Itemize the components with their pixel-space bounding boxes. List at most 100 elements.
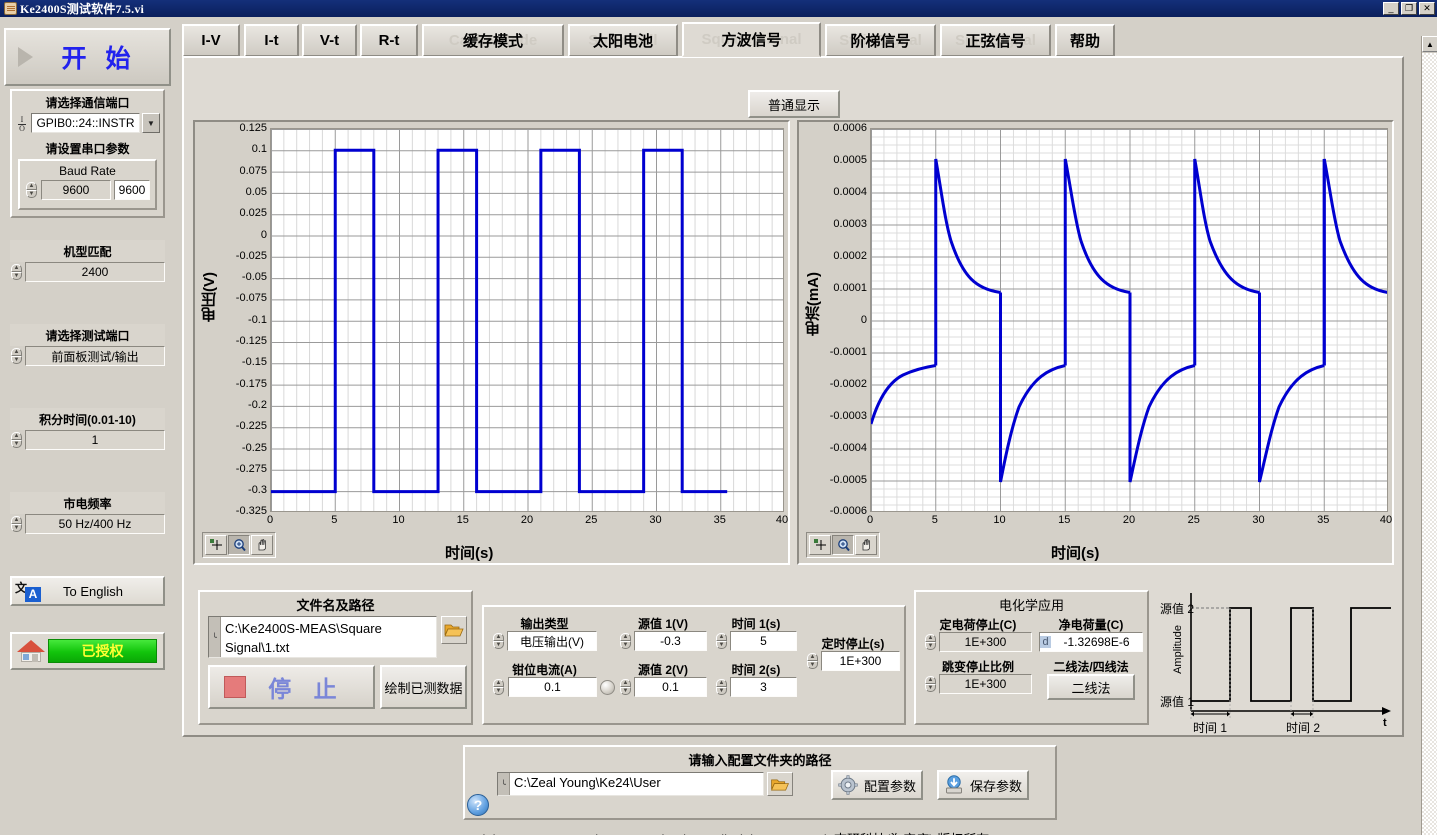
time-2-value[interactable]: 3 bbox=[730, 677, 797, 697]
wire-mode-button[interactable]: 二线法 bbox=[1047, 674, 1135, 700]
jump-stop-ratio-value[interactable]: 1E+300 bbox=[939, 674, 1032, 694]
tab-cache-mode[interactable]: Cache Mode 缓存模式 bbox=[422, 24, 564, 57]
timed-stop-value[interactable]: 1E+300 bbox=[821, 651, 900, 671]
test-port-stepper[interactable]: ▲ ▼ bbox=[10, 346, 23, 366]
chevron-down-icon[interactable]: ▼ bbox=[142, 113, 160, 133]
line-frequency-value[interactable]: 50 Hz/400 Hz bbox=[25, 514, 165, 534]
clamp-current-row[interactable]: ▲ ▼ 0.1 bbox=[492, 677, 617, 697]
stepper-up-icon[interactable]: ▲ bbox=[925, 634, 936, 642]
stepper-down-icon[interactable]: ▼ bbox=[11, 440, 22, 448]
source-value-1-value[interactable]: -0.3 bbox=[634, 631, 707, 651]
voltage-graph-toolbar[interactable] bbox=[202, 532, 276, 558]
tab-sine-signal[interactable]: Sine Signal 正弦信号 bbox=[940, 24, 1051, 57]
stepper-up-icon[interactable]: ▲ bbox=[11, 348, 22, 356]
stepper-up-icon[interactable]: ▲ bbox=[620, 679, 631, 687]
tab-rt[interactable]: R-t bbox=[360, 24, 418, 57]
stepper-up-icon[interactable]: ▲ bbox=[925, 676, 936, 684]
scroll-up-icon[interactable]: ▲ bbox=[1422, 36, 1437, 52]
baud-rate-value[interactable]: 9600 bbox=[41, 180, 111, 200]
stepper-up-icon[interactable]: ▲ bbox=[11, 264, 22, 272]
stepper-down-icon[interactable]: ▼ bbox=[925, 684, 936, 692]
tab-vt[interactable]: V-t bbox=[302, 24, 357, 57]
stepper-down-icon[interactable]: ▼ bbox=[620, 641, 631, 649]
tab-iv[interactable]: I-V bbox=[182, 24, 240, 57]
stepper-up-icon[interactable]: ▲ bbox=[493, 679, 504, 687]
comm-port-value[interactable]: GPIB0::24::INSTR bbox=[31, 113, 140, 133]
stepper-up-icon[interactable]: ▲ bbox=[620, 633, 631, 641]
stepper-up-icon[interactable]: ▲ bbox=[11, 516, 22, 524]
current-graph-toolbar[interactable] bbox=[806, 532, 880, 558]
test-port-value[interactable]: 前面板测试/输出 bbox=[25, 346, 165, 366]
timed-stop-row[interactable]: ▲ ▼ 1E+300 bbox=[806, 651, 900, 671]
config-path-input[interactable]: C:\Zeal Young\Ke24\User bbox=[510, 773, 763, 795]
output-type-value[interactable]: 电压输出(V) bbox=[507, 631, 597, 651]
stepper-down-icon[interactable]: ▼ bbox=[925, 642, 936, 650]
stepper-down-icon[interactable]: ▼ bbox=[620, 687, 631, 695]
stepper-up-icon[interactable]: ▲ bbox=[716, 679, 727, 687]
model-match-row[interactable]: ▲ ▼ 2400 bbox=[10, 262, 165, 282]
tab-help[interactable]: 帮助 bbox=[1055, 24, 1115, 57]
stepper-up-icon[interactable]: ▲ bbox=[716, 633, 727, 641]
source-value-2-value[interactable]: 0.1 bbox=[634, 677, 707, 697]
baud-rate-stepper[interactable]: ▲ ▼ bbox=[25, 180, 38, 200]
start-button[interactable]: 开 始 bbox=[4, 28, 171, 86]
close-button[interactable]: ✕ bbox=[1419, 2, 1435, 15]
config-params-button[interactable]: 配置参数 bbox=[831, 770, 923, 800]
time-2-stepper[interactable]: ▲ ▼ bbox=[715, 677, 728, 697]
current-graph[interactable]: 电流(mA) 0.0006 0.0005 0.0004 0.0003 0.000… bbox=[797, 120, 1394, 565]
time-1-stepper[interactable]: ▲ ▼ bbox=[715, 631, 728, 651]
source-value-2-row[interactable]: ▲ ▼ 0.1 bbox=[619, 677, 707, 697]
voltage-plot-area[interactable] bbox=[270, 128, 784, 512]
magnifier-zoom-icon[interactable] bbox=[228, 535, 250, 555]
crosshair-cursor-icon[interactable] bbox=[205, 535, 227, 555]
pan-hand-icon[interactable] bbox=[251, 535, 273, 555]
comm-port-row[interactable]: IO GPIB0::24::INSTR ▼ bbox=[12, 113, 163, 137]
current-plot-area[interactable] bbox=[870, 128, 1388, 512]
test-port-row[interactable]: ▲ ▼ 前面板测试/输出 bbox=[10, 346, 165, 366]
line-frequency-row[interactable]: ▲ ▼ 50 Hz/400 Hz bbox=[10, 514, 165, 534]
output-type-row[interactable]: ▲ ▼ 电压输出(V) bbox=[492, 631, 597, 651]
tab-solar-cell[interactable]: Solar Cell 太阳电池 bbox=[568, 24, 678, 57]
vertical-scrollbar[interactable]: ▲ bbox=[1421, 36, 1437, 835]
output-type-stepper[interactable]: ▲ ▼ bbox=[492, 631, 505, 651]
integration-time-value[interactable]: 1 bbox=[25, 430, 165, 450]
stepper-up-icon[interactable]: ▲ bbox=[11, 432, 22, 440]
source-value-1-row[interactable]: ▲ ▼ -0.3 bbox=[619, 631, 707, 651]
stepper-down-icon[interactable]: ▼ bbox=[716, 687, 727, 695]
tab-it[interactable]: I-t bbox=[244, 24, 299, 57]
stop-button[interactable]: 停 止 bbox=[208, 665, 375, 709]
time-1-row[interactable]: ▲ ▼ 5 bbox=[715, 631, 797, 651]
file-path-input[interactable]: C:\Ke2400S-MEAS\Square Signal\1.txt bbox=[221, 617, 436, 657]
tab-square-signal[interactable]: Square Signal 方波信号 bbox=[682, 22, 821, 57]
display-mode-button[interactable]: 普通显示 bbox=[748, 90, 840, 118]
jump-stop-ratio-stepper[interactable]: ▲ ▼ bbox=[924, 674, 937, 694]
jump-stop-ratio-row[interactable]: ▲ ▼ 1E+300 bbox=[924, 674, 1032, 694]
clamp-current-stepper[interactable]: ▲ ▼ bbox=[492, 677, 505, 697]
config-path-row[interactable]: ╰ C:\Zeal Young\Ke24\User bbox=[497, 772, 793, 796]
stepper-down-icon[interactable]: ▼ bbox=[26, 190, 37, 198]
voltage-graph[interactable]: 电压(V) 0.125 0.1 0.075 0.05 0.025 0 -0.02… bbox=[193, 120, 790, 565]
time-2-row[interactable]: ▲ ▼ 3 bbox=[715, 677, 797, 697]
stepper-down-icon[interactable]: ▼ bbox=[11, 356, 22, 364]
clamp-current-value[interactable]: 0.1 bbox=[508, 677, 597, 697]
time-1-value[interactable]: 5 bbox=[730, 631, 797, 651]
tab-stair-signal[interactable]: Stair Signal 阶梯信号 bbox=[825, 24, 936, 57]
stepper-down-icon[interactable]: ▼ bbox=[807, 661, 818, 669]
line-frequency-stepper[interactable]: ▲ ▼ bbox=[10, 514, 23, 534]
charge-stop-stepper[interactable]: ▲ ▼ bbox=[924, 632, 937, 652]
integration-time-stepper[interactable]: ▲ ▼ bbox=[10, 430, 23, 450]
save-params-button[interactable]: 保存参数 bbox=[937, 770, 1029, 800]
file-path-row[interactable]: ╰ C:\Ke2400S-MEAS\Square Signal\1.txt bbox=[208, 616, 467, 658]
restore-button[interactable]: ❐ bbox=[1401, 2, 1417, 15]
help-icon[interactable]: ? bbox=[467, 794, 489, 816]
source-value-2-stepper[interactable]: ▲ ▼ bbox=[619, 677, 632, 697]
stepper-down-icon[interactable]: ▼ bbox=[11, 524, 22, 532]
stepper-down-icon[interactable]: ▼ bbox=[716, 641, 727, 649]
folder-open-icon[interactable] bbox=[441, 616, 467, 644]
model-match-stepper[interactable]: ▲ ▼ bbox=[10, 262, 23, 282]
to-english-button[interactable]: 文 A To English bbox=[10, 576, 165, 606]
timed-stop-stepper[interactable]: ▲ ▼ bbox=[806, 651, 819, 671]
stepper-up-icon[interactable]: ▲ bbox=[26, 182, 37, 190]
stepper-down-icon[interactable]: ▼ bbox=[493, 641, 504, 649]
source-value-1-stepper[interactable]: ▲ ▼ bbox=[619, 631, 632, 651]
